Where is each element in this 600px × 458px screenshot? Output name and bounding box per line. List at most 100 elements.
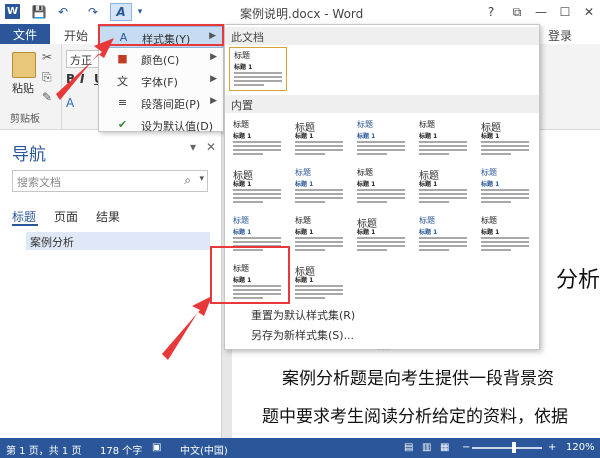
thumbnail-text-line [357, 241, 405, 243]
style-set-thumbnail[interactable]: 标题 标题 1 [415, 213, 473, 257]
format-painter-icon[interactable]: ✎ [42, 90, 52, 104]
title-bar: W 💾 ↶ ↷ A ▾ 案例说明.docx - Word ? ⧉ — ☐ ✕ [0, 0, 600, 24]
menu-item-set-default[interactable]: ✔ 设为默认值(D) [99, 114, 223, 136]
proofing-icon[interactable]: ▣ [152, 442, 161, 453]
menu-item-paragraph-spacing[interactable]: ≡ 段落间距(P) ▶ [99, 92, 223, 114]
document-line[interactable]: 题中要求考生阅读分析给定的资料，依据 [262, 402, 568, 427]
style-set-thumbnail[interactable]: 标题标题 1 [415, 117, 473, 161]
thumbnail-text-line [357, 201, 387, 203]
style-set-thumbnail[interactable]: 标题 标题 1 [229, 47, 287, 91]
web-layout-icon[interactable]: ▦ [440, 442, 449, 453]
gallery-resize-grip[interactable]: ..... [377, 343, 390, 352]
nav-tab-pages[interactable]: 页面 [54, 208, 78, 225]
bold-button[interactable]: B [66, 72, 80, 86]
thumbnail-text-line [295, 197, 343, 199]
document-heading[interactable]: 分析 [556, 262, 600, 294]
save-new-style-set-button[interactable]: 另存为新样式集(S)... [251, 327, 354, 343]
nav-tab-results[interactable]: 结果 [96, 208, 120, 225]
thumbnail-text-line [295, 249, 325, 251]
nav-close-icon[interactable]: ✕ [206, 140, 216, 154]
italic-button[interactable]: I [80, 72, 94, 86]
paste-button-label[interactable]: 粘贴 [12, 80, 34, 96]
clipboard-group: 粘贴 ✂ ⎘ ✎ 剪贴板 [0, 44, 62, 130]
page-count[interactable]: 第 1 页，共 1 页 [6, 442, 81, 457]
navigation-pane: 导航 ▾ ✕ 搜索文档 ⌕ ▾ 标题 页面 结果 案例分析 [0, 130, 222, 438]
word-count[interactable]: 178 个字 [100, 442, 142, 457]
close-button[interactable]: ✕ [578, 2, 600, 22]
style-set-thumbnail[interactable]: 标题 标题 1 [229, 165, 287, 209]
style-set-thumbnail[interactable]: 标题 标题 1 [477, 213, 535, 257]
copy-icon[interactable]: ⎘ [42, 70, 52, 85]
thumbnail-text-line [419, 201, 449, 203]
search-dropdown-icon[interactable]: ▾ [199, 174, 204, 184]
maximize-button[interactable]: ☐ [554, 2, 576, 22]
language-indicator[interactable]: 中文(中国) [180, 442, 228, 457]
style-set-thumbnail[interactable]: 标题 标题 1 [291, 261, 349, 305]
zoom-in-button[interactable]: + [548, 442, 556, 453]
sign-in-link[interactable]: 登录 [548, 27, 572, 44]
nav-tab-headings[interactable]: 标题 [12, 208, 36, 225]
redo-icon[interactable]: ↷ [84, 3, 102, 21]
thumbnail-heading: 标题 1 [295, 277, 314, 284]
nav-heading-item[interactable]: 案例分析 [26, 232, 210, 250]
zoom-out-button[interactable]: − [462, 442, 470, 453]
zoom-level[interactable]: 120% [566, 442, 595, 453]
nav-search-placeholder: 搜索文档 [17, 176, 61, 189]
thumbnail-text-line [357, 141, 405, 143]
thumbnail-text-line [419, 241, 467, 243]
thumbnail-text-line [233, 193, 281, 195]
cut-icon[interactable]: ✂ [42, 50, 52, 64]
style-set-thumbnail[interactable]: 标题 标题 1 [229, 117, 287, 161]
style-set-thumbnail[interactable]: 标题 标题 1 [353, 117, 411, 161]
document-line[interactable]: 案例分析题是向考生提供一段背景资 [282, 364, 554, 389]
menu-item-colors[interactable]: ■ 颜色(C) ▶ [99, 48, 223, 70]
style-set-thumbnail[interactable]: 标题 标题 1 [353, 165, 411, 209]
zoom-slider-thumb[interactable] [512, 442, 516, 453]
style-set-thumbnail[interactable]: 标题 标题 1 [477, 165, 535, 209]
undo-icon[interactable]: ↶ [54, 3, 72, 21]
thumbnail-text-line [481, 241, 529, 243]
style-set-thumbnail[interactable]: 标题 标题 1 [291, 165, 349, 209]
paragraph-spacing-icon: ≡ [117, 96, 128, 109]
print-layout-icon[interactable]: ▥ [422, 442, 431, 453]
thumbnail-heading: 标题 1 [234, 64, 253, 71]
thumbnail-text-line [419, 237, 467, 239]
style-set-thumbnail[interactable]: 标题 标题 1 [291, 117, 349, 161]
search-icon[interactable]: ⌕ [184, 173, 191, 188]
tab-home[interactable]: 开始 [64, 27, 88, 44]
zoom-slider[interactable] [472, 447, 542, 449]
thumbnail-text-line [419, 189, 467, 191]
thumbnail-text-line [295, 245, 343, 247]
submenu-arrow-icon: ▶ [210, 52, 217, 62]
paste-icon[interactable] [12, 52, 36, 78]
thumbnail-text-line [295, 293, 343, 295]
style-set-thumbnail[interactable]: 标题 标题 1 [415, 165, 473, 209]
thumbnail-heading: 标题 1 [419, 133, 438, 140]
menu-item-fonts[interactable]: 文字体(F) ▶ [99, 70, 223, 92]
reset-style-set-button[interactable]: 重置为默认样式集(R) [251, 307, 355, 323]
thumbnail-text-line [481, 189, 529, 191]
save-icon[interactable]: 💾 [30, 3, 48, 21]
minimize-button[interactable]: — [530, 2, 552, 22]
word-logo-icon[interactable]: W [5, 4, 20, 19]
ribbon-display-button[interactable]: ⧉ [506, 2, 528, 22]
submenu-arrow-icon: ▶ [210, 74, 217, 84]
style-set-thumbnail[interactable]: 标题 标题 1 [353, 213, 411, 257]
tab-file[interactable]: 文件 [0, 24, 50, 44]
help-button[interactable]: ? [480, 2, 502, 22]
thumbnail-text-line [419, 141, 467, 143]
font-color-button[interactable]: A [66, 96, 74, 110]
nav-search-input[interactable]: 搜索文档 ⌕ ▾ [12, 170, 208, 192]
qat-more-icon[interactable]: ▾ [134, 3, 146, 21]
thumbnail-text-line [295, 153, 325, 155]
thumbnail-title: 标题 [419, 120, 435, 129]
nav-options-icon[interactable]: ▾ [190, 140, 196, 154]
read-mode-icon[interactable]: ▤ [404, 442, 413, 453]
thumbnail-heading: 标题 1 [481, 181, 500, 188]
thumbnail-heading: 标题 1 [419, 181, 438, 188]
style-set-thumbnail[interactable]: 标题 标题 1 [291, 213, 349, 257]
thumbnail-heading: 标题 1 [419, 229, 438, 236]
design-qat-button[interactable]: A [110, 3, 132, 21]
thumbnail-text-line [233, 241, 281, 243]
style-set-thumbnail[interactable]: 标题 标题 1 [477, 117, 535, 161]
